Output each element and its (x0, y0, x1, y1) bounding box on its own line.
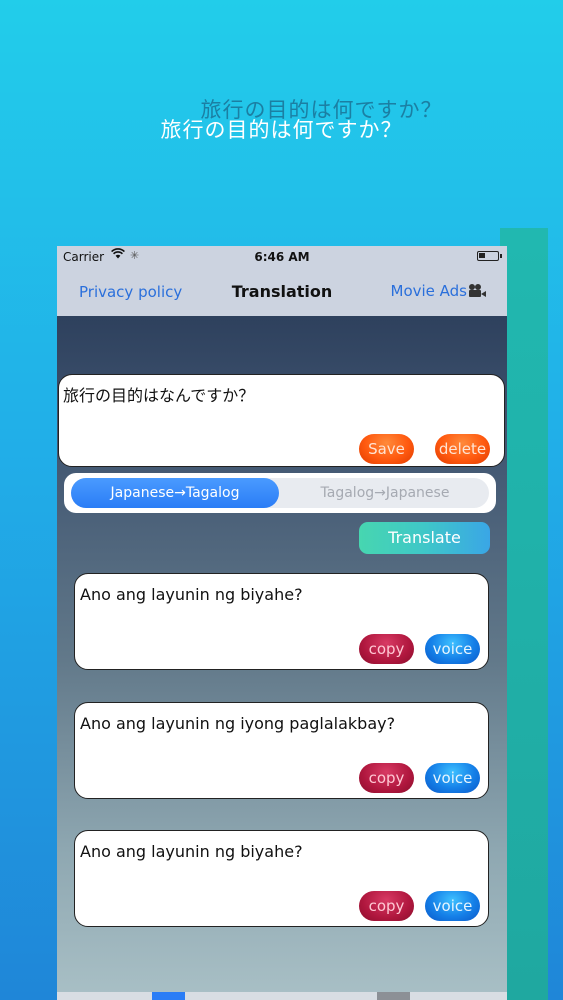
app-screen: Carrier ✳ 6:46 AM Privacy policy Transla… (57, 246, 507, 1000)
direction-tagalog-to-japanese[interactable]: Tagalog→Japanese (281, 478, 489, 508)
battery-icon (477, 251, 502, 261)
decorative-slab (500, 228, 548, 1000)
movie-ads-button[interactable]: Movie Ads (391, 282, 486, 300)
result-card: Ano ang layunin ng biyahe? copy voice (74, 573, 489, 670)
save-button[interactable]: Save (359, 434, 414, 464)
movie-camera-icon (469, 284, 486, 298)
navigation-bar: Privacy policy Translation Movie Ads (57, 268, 507, 316)
voice-button[interactable]: voice (425, 891, 480, 921)
tab-bar (57, 992, 507, 1000)
tab-indicator-active[interactable] (152, 992, 185, 1000)
result-card: Ano ang layunin ng iyong paglalakbay? co… (74, 702, 489, 799)
status-time: 6:46 AM (254, 250, 310, 264)
movie-ads-label: Movie Ads (390, 282, 468, 300)
voice-button[interactable]: voice (425, 634, 480, 664)
copy-button[interactable]: copy (359, 891, 414, 921)
result-card: Ano ang layunin ng biyahe? copy voice (74, 830, 489, 927)
copy-button[interactable]: copy (359, 763, 414, 793)
voice-button[interactable]: voice (425, 763, 480, 793)
result-text: Ano ang layunin ng iyong paglalakbay? (80, 714, 396, 733)
copy-button[interactable]: copy (359, 634, 414, 664)
tab-indicator-inactive[interactable] (377, 992, 410, 1000)
delete-button[interactable]: delete (435, 434, 490, 464)
result-text: Ano ang layunin ng biyahe? (80, 842, 303, 861)
result-text: Ano ang layunin ng biyahe? (80, 585, 303, 604)
status-bar: Carrier ✳ 6:46 AM (57, 246, 507, 268)
direction-selector: Japanese→Tagalog Tagalog→Japanese (64, 473, 496, 513)
source-text[interactable]: 旅行の目的はなんですか？ (63, 382, 254, 406)
promo-headline: 旅行の目的は何ですか？ (160, 118, 403, 142)
direction-track: Japanese→Tagalog Tagalog→Japanese (71, 478, 489, 508)
direction-japanese-to-tagalog[interactable]: Japanese→Tagalog (71, 478, 279, 508)
source-text-input[interactable]: 旅行の目的はなんですか？ Save delete (58, 374, 505, 467)
translate-button[interactable]: Translate (359, 522, 490, 554)
